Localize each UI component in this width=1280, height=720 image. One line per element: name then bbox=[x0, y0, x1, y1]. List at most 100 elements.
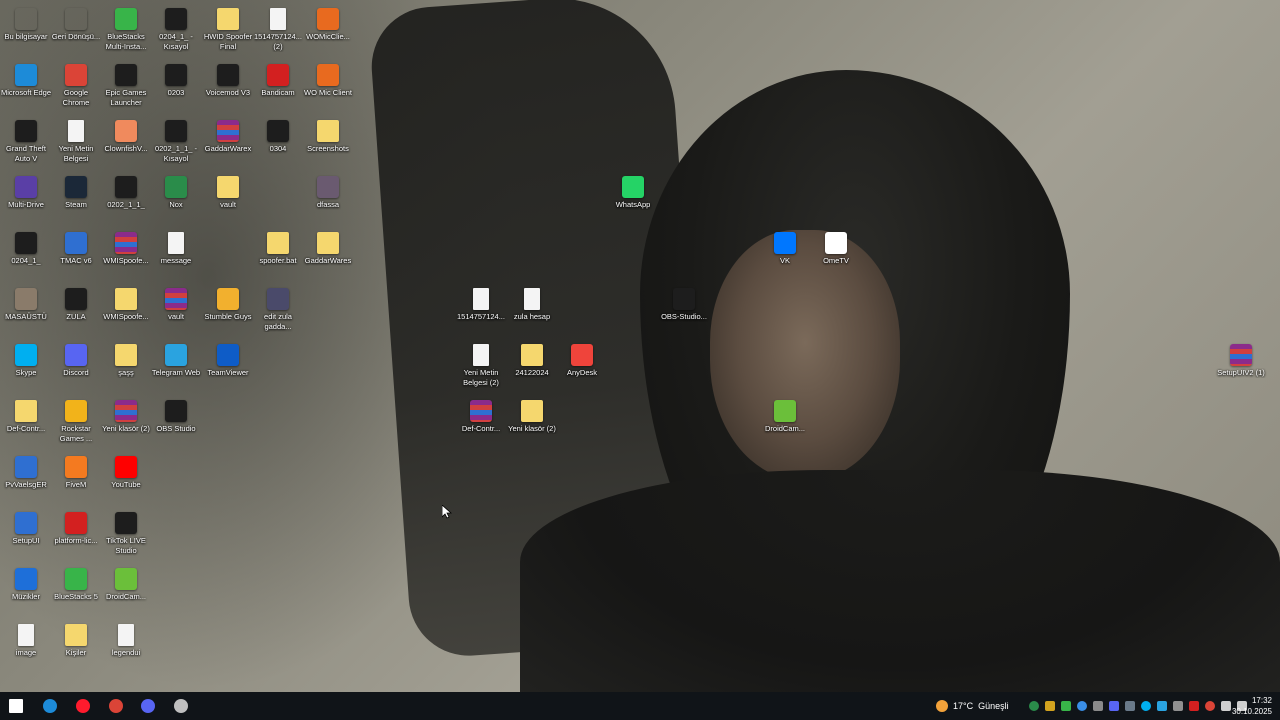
desktop-icon[interactable]: TeamViewer bbox=[202, 340, 254, 378]
desktop-icon-label: VK bbox=[779, 256, 790, 265]
desktop-icon[interactable]: Discord bbox=[50, 340, 102, 378]
desktop-icon[interactable]: vault bbox=[202, 172, 254, 210]
tray-shield-icon[interactable] bbox=[1045, 701, 1055, 711]
desktop-icon[interactable]: DroidCam... bbox=[100, 564, 152, 602]
desktop-icon[interactable]: legendui bbox=[100, 620, 152, 658]
desktop-icon[interactable]: WhatsApp bbox=[607, 172, 659, 210]
desktop-icon[interactable]: zula hesap bbox=[506, 284, 558, 322]
start-button[interactable] bbox=[6, 696, 26, 716]
taskbar-chrome[interactable] bbox=[106, 696, 126, 716]
desktop-icon[interactable]: Skype bbox=[0, 340, 52, 378]
desktop-icon-label: OmeTV bbox=[823, 256, 849, 265]
tray-circle-icon[interactable] bbox=[1077, 701, 1087, 711]
desktop-icon[interactable]: TMAC v6 bbox=[50, 228, 102, 266]
desktop-icon[interactable]: PvVaelsgER bbox=[0, 452, 52, 490]
desktop-icon[interactable]: Yeni Metin Belgesi bbox=[50, 116, 102, 164]
desktop-icon[interactable]: TikTok LIVE Studio bbox=[100, 508, 152, 556]
desktop-icon[interactable]: platform-lic... bbox=[50, 508, 102, 546]
desktop-icon[interactable]: Yeni Metin Belgesi (2) bbox=[455, 340, 507, 388]
tray-chat-icon[interactable] bbox=[1093, 701, 1103, 711]
desktop-icon[interactable]: ClownfishV... bbox=[100, 116, 152, 154]
desktop-icon[interactable]: Müzikler bbox=[0, 564, 52, 602]
desktop-icon[interactable]: ZULA bbox=[50, 284, 102, 322]
desktop-icon[interactable]: WMISpoofe... bbox=[100, 228, 152, 266]
taskbar-obs[interactable] bbox=[171, 696, 191, 716]
tray-skype-icon[interactable] bbox=[1141, 701, 1151, 711]
desktop-icon[interactable]: HWID Spoofer Final bbox=[202, 4, 254, 52]
desktop-icon-label: WMISpoofe... bbox=[103, 256, 149, 265]
desktop-icon[interactable]: message bbox=[150, 228, 202, 266]
desktop-icon[interactable]: WMISpoofe... bbox=[100, 284, 152, 322]
desktop-icon[interactable]: edit zula gadda... bbox=[252, 284, 304, 332]
desktop-icon[interactable]: 24122024 bbox=[506, 340, 558, 378]
desktop-icon[interactable]: VK bbox=[759, 228, 811, 266]
desktop-icon[interactable]: WOMicClie... bbox=[302, 4, 354, 42]
desktop-icon[interactable]: YouTube bbox=[100, 452, 152, 490]
desktop-icon[interactable]: dfassa bbox=[302, 172, 354, 210]
desktop-icon[interactable]: OBS Studio bbox=[150, 396, 202, 434]
taskbar-edge[interactable] bbox=[40, 696, 60, 716]
desktop-icon[interactable]: 0204_1_ bbox=[0, 228, 52, 266]
desktop-icon[interactable]: GaddarWarex bbox=[202, 116, 254, 154]
desktop-icon[interactable]: Grand Theft Auto V bbox=[0, 116, 52, 164]
desktop-icon[interactable]: Google Chrome bbox=[50, 60, 102, 108]
desktop-icon[interactable]: Bandicam bbox=[252, 60, 304, 98]
desktop-icon[interactable]: şaşş bbox=[100, 340, 152, 378]
desktop-icon[interactable]: Epic Games Launcher bbox=[100, 60, 152, 108]
tray-telegram-icon[interactable] bbox=[1157, 701, 1167, 711]
desktop-icon[interactable]: OmeTV bbox=[810, 228, 862, 266]
desktop-icon[interactable]: Rockstar Games ... bbox=[50, 396, 102, 444]
desktop-icon[interactable]: Nox bbox=[150, 172, 202, 210]
desktop-icon[interactable]: Kişiler bbox=[50, 620, 102, 658]
tray-record-icon[interactable] bbox=[1189, 701, 1199, 711]
tray-app-icon[interactable] bbox=[1029, 701, 1039, 711]
tray-network-icon[interactable] bbox=[1221, 701, 1231, 711]
desktop-icon[interactable]: WO Mic Client bbox=[302, 60, 354, 98]
desktop-icon[interactable]: image bbox=[0, 620, 52, 658]
desktop-icon[interactable]: Telegram Web bbox=[150, 340, 202, 378]
taskbar-discord[interactable] bbox=[138, 696, 158, 716]
desktop-icon[interactable]: Geri Dönüşü... bbox=[50, 4, 102, 42]
desktop-icon[interactable]: AnyDesk bbox=[556, 340, 608, 378]
desktop-icon[interactable]: 0202_1_1_ bbox=[100, 172, 152, 210]
tray-display-icon[interactable] bbox=[1173, 701, 1183, 711]
fivem-icon bbox=[65, 456, 87, 478]
desktop-icon[interactable]: Screenshots bbox=[302, 116, 354, 154]
obs-icon bbox=[673, 288, 695, 310]
desktop-icon[interactable]: MASAÜSTÜ bbox=[0, 284, 52, 322]
tray-bluestacks-icon[interactable] bbox=[1061, 701, 1071, 711]
taskbar-opera[interactable] bbox=[73, 696, 93, 716]
desktop-icon[interactable]: DroidCam... bbox=[759, 396, 811, 434]
tray-steam-icon[interactable] bbox=[1125, 701, 1135, 711]
desktop-icon[interactable]: BlueStacks Multi-Insta... bbox=[100, 4, 152, 52]
desktop-icon[interactable]: Yeni klasör (2) bbox=[506, 396, 558, 434]
desktop-icon[interactable]: Def-Contr... bbox=[455, 396, 507, 434]
desktop-icon[interactable]: Steam bbox=[50, 172, 102, 210]
desktop-icon[interactable]: Yeni klasör (2) bbox=[100, 396, 152, 434]
desktop-icon[interactable]: vault bbox=[150, 284, 202, 322]
tray-discord-icon[interactable] bbox=[1109, 701, 1119, 711]
desktop-icon[interactable]: OBS-Studio... bbox=[658, 284, 710, 322]
weather-widget[interactable]: 17°C Güneşli bbox=[936, 692, 1009, 720]
taskbar-clock[interactable]: 17:32 30.10.2025 bbox=[1232, 695, 1272, 717]
desktop-icon[interactable]: 1514757124... bbox=[455, 284, 507, 322]
desktop-icon[interactable]: spoofer.bat bbox=[252, 228, 304, 266]
desktop-icon[interactable]: Bu bilgisayar bbox=[0, 4, 52, 42]
desktop-icon[interactable]: GaddarWares bbox=[302, 228, 354, 266]
desktop-icon[interactable]: 0203 bbox=[150, 60, 202, 98]
desktop-icon[interactable]: Multi-Drive bbox=[0, 172, 52, 210]
desktop-icon[interactable]: Microsoft Edge bbox=[0, 60, 52, 98]
desktop-icon[interactable]: Stumble Guys bbox=[202, 284, 254, 322]
desktop-icon[interactable]: 0304 bbox=[252, 116, 304, 154]
desktop-icon[interactable]: 0204_1_ - Kısayol bbox=[150, 4, 202, 52]
desktop-icon[interactable]: 1514757124... (2) bbox=[252, 4, 304, 52]
desktop-icon[interactable]: SetupUI bbox=[0, 508, 52, 546]
tray-chrome-icon[interactable] bbox=[1205, 701, 1215, 711]
desktop-icon[interactable]: Voicemod V3 bbox=[202, 60, 254, 98]
desktop-icon[interactable]: 0202_1_1_ - Kısayol bbox=[150, 116, 202, 164]
desktop-icon[interactable]: BlueStacks 5 bbox=[50, 564, 102, 602]
desktop-icon-label: Rockstar Games ... bbox=[59, 424, 93, 443]
desktop-icon[interactable]: SetupUIV2 (1) bbox=[1215, 340, 1267, 378]
desktop-icon[interactable]: FiveM bbox=[50, 452, 102, 490]
desktop-icon[interactable]: Def-Contr... bbox=[0, 396, 52, 434]
